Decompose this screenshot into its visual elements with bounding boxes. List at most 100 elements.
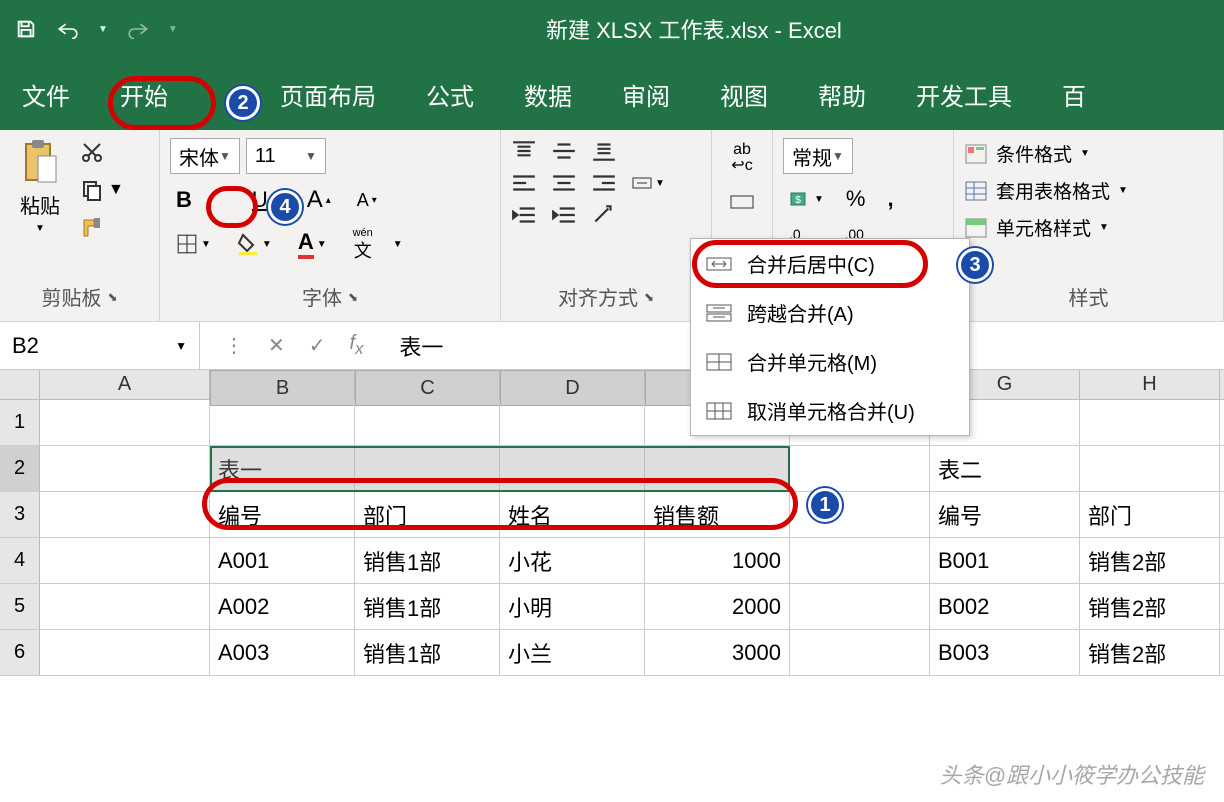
- cell[interactable]: [645, 446, 790, 491]
- italic-hidden[interactable]: [212, 198, 232, 202]
- cell[interactable]: 编号: [930, 492, 1080, 537]
- cell[interactable]: [1080, 446, 1220, 491]
- copy-button[interactable]: ▼: [80, 178, 124, 202]
- comma-button[interactable]: ,: [881, 184, 899, 214]
- cell[interactable]: [40, 400, 210, 445]
- fb-cancel-icon[interactable]: ✕: [268, 333, 285, 358]
- bold-button[interactable]: B: [170, 185, 198, 215]
- cell[interactable]: [500, 400, 645, 445]
- cell[interactable]: [355, 446, 500, 491]
- merge-quick-icon[interactable]: [729, 192, 755, 212]
- row-header[interactable]: 5: [0, 584, 40, 629]
- cell-styles-button[interactable]: 单元格样式▼: [964, 214, 1109, 241]
- font-name-select[interactable]: 宋体▼: [170, 138, 240, 174]
- row-header[interactable]: 6: [0, 630, 40, 675]
- cell[interactable]: A001: [210, 538, 355, 583]
- font-color-button[interactable]: A▼: [292, 227, 333, 261]
- dialog-launcher-icon[interactable]: ⬊: [348, 290, 358, 304]
- cell[interactable]: [40, 538, 210, 583]
- cell[interactable]: 姓名: [500, 492, 645, 537]
- merge-across-item[interactable]: 跨越合并(A): [691, 288, 969, 337]
- conditional-format-button[interactable]: 条件格式▼: [964, 140, 1090, 167]
- paste-dropdown-icon[interactable]: ▼: [35, 223, 45, 234]
- cell[interactable]: A003: [210, 630, 355, 675]
- cell[interactable]: [1080, 400, 1220, 445]
- cell[interactable]: [40, 446, 210, 491]
- fb-dropdown-icon[interactable]: ⋮: [224, 333, 244, 358]
- format-painter-button[interactable]: [80, 216, 124, 240]
- tab-review[interactable]: 审阅: [618, 71, 674, 118]
- row-header[interactable]: 3: [0, 492, 40, 537]
- merge-center-item[interactable]: 合并后居中(C): [691, 239, 969, 288]
- name-box[interactable]: B2▼: [0, 322, 200, 369]
- cell[interactable]: [210, 400, 355, 445]
- redo-icon[interactable]: [126, 17, 150, 41]
- increase-indent-icon[interactable]: [551, 204, 577, 226]
- tab-developer[interactable]: 开发工具: [912, 71, 1016, 118]
- fb-enter-icon[interactable]: ✓: [309, 333, 326, 358]
- cell[interactable]: 销售额: [645, 492, 790, 537]
- cell[interactable]: B002: [930, 584, 1080, 629]
- tab-file[interactable]: 文件: [18, 71, 74, 118]
- borders-button[interactable]: ▼: [170, 231, 217, 257]
- cell[interactable]: [790, 630, 930, 675]
- tab-data[interactable]: 数据: [520, 71, 576, 118]
- merge-dropdown-button[interactable]: ▼: [631, 172, 665, 194]
- cell[interactable]: B001: [930, 538, 1080, 583]
- cell[interactable]: 编号: [210, 492, 355, 537]
- tab-formulas[interactable]: 公式: [422, 71, 478, 118]
- tab-more[interactable]: 百: [1058, 71, 1090, 118]
- dialog-launcher-icon[interactable]: ⬊: [644, 290, 654, 304]
- undo-icon[interactable]: [56, 17, 80, 41]
- cell[interactable]: 1000: [645, 538, 790, 583]
- paste-icon[interactable]: [19, 138, 61, 186]
- dialog-launcher-icon[interactable]: ⬊: [107, 290, 117, 304]
- tab-view[interactable]: 视图: [716, 71, 772, 118]
- cell[interactable]: [40, 630, 210, 675]
- row-header[interactable]: 1: [0, 400, 40, 445]
- fb-fx-icon[interactable]: fx: [350, 332, 364, 359]
- cell[interactable]: 小花: [500, 538, 645, 583]
- row-header[interactable]: 4: [0, 538, 40, 583]
- cell[interactable]: [790, 446, 930, 491]
- cell[interactable]: 销售2部: [1080, 584, 1220, 629]
- cell[interactable]: [500, 446, 645, 491]
- cell[interactable]: B003: [930, 630, 1080, 675]
- cell[interactable]: 销售2部: [1080, 630, 1220, 675]
- increase-font-button[interactable]: A▴: [301, 184, 337, 216]
- cell[interactable]: 表二: [930, 446, 1080, 491]
- percent-button[interactable]: %: [840, 184, 872, 214]
- cell[interactable]: 3000: [645, 630, 790, 675]
- col-header[interactable]: H: [1080, 370, 1220, 399]
- format-as-table-button[interactable]: 套用表格格式▼: [964, 177, 1128, 204]
- cell[interactable]: 销售2部: [1080, 538, 1220, 583]
- cell[interactable]: 小明: [500, 584, 645, 629]
- tab-help[interactable]: 帮助: [814, 71, 870, 118]
- number-format-select[interactable]: 常规▼: [783, 138, 853, 174]
- align-bottom-icon[interactable]: [591, 140, 617, 162]
- decrease-indent-icon[interactable]: [511, 204, 537, 226]
- cell[interactable]: [355, 400, 500, 445]
- accounting-format-button[interactable]: $▼: [783, 187, 830, 211]
- cut-button[interactable]: [80, 140, 124, 164]
- tab-home[interactable]: 开始: [116, 71, 172, 118]
- cell[interactable]: 部门: [355, 492, 500, 537]
- cell[interactable]: 销售1部: [355, 630, 500, 675]
- row-header[interactable]: 2: [0, 446, 40, 491]
- cell[interactable]: 表一: [210, 446, 355, 491]
- col-header[interactable]: A: [40, 370, 210, 399]
- align-left-icon[interactable]: [511, 172, 537, 194]
- align-middle-icon[interactable]: [551, 140, 577, 162]
- cell[interactable]: [790, 584, 930, 629]
- tab-layout[interactable]: 页面布局: [276, 71, 380, 118]
- cell[interactable]: A002: [210, 584, 355, 629]
- merge-cells-item[interactable]: 合并单元格(M): [691, 337, 969, 386]
- cell[interactable]: 2000: [645, 584, 790, 629]
- cell[interactable]: 销售1部: [355, 538, 500, 583]
- phonetic-button[interactable]: wén文: [347, 226, 379, 262]
- cell[interactable]: [40, 584, 210, 629]
- align-center-icon[interactable]: [551, 172, 577, 194]
- spreadsheet-grid[interactable]: A B C D E F G H 12表一表二3编号部门姓名销售额编号部门4A00…: [0, 370, 1224, 676]
- cell[interactable]: [790, 538, 930, 583]
- align-right-icon[interactable]: [591, 172, 617, 194]
